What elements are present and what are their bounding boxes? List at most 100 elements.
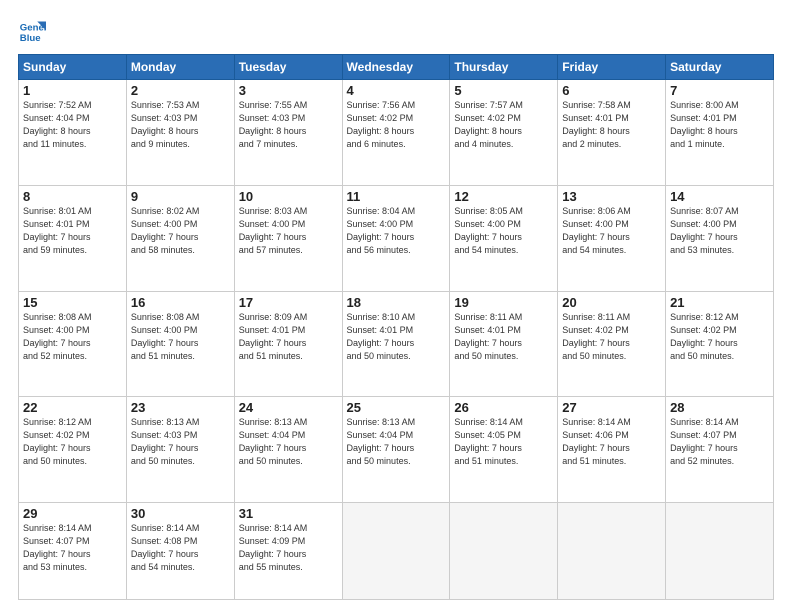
- day-number: 30: [131, 506, 230, 521]
- day-number: 23: [131, 400, 230, 415]
- calendar-cell: 14Sunrise: 8:07 AM Sunset: 4:00 PM Dayli…: [666, 185, 774, 291]
- day-info: Sunrise: 8:11 AM Sunset: 4:02 PM Dayligh…: [562, 311, 661, 363]
- day-info: Sunrise: 8:05 AM Sunset: 4:00 PM Dayligh…: [454, 205, 553, 257]
- day-number: 22: [23, 400, 122, 415]
- calendar-week-4: 22Sunrise: 8:12 AM Sunset: 4:02 PM Dayli…: [19, 397, 774, 503]
- calendar-week-3: 15Sunrise: 8:08 AM Sunset: 4:00 PM Dayli…: [19, 291, 774, 397]
- day-info: Sunrise: 7:55 AM Sunset: 4:03 PM Dayligh…: [239, 99, 338, 151]
- calendar-cell: 15Sunrise: 8:08 AM Sunset: 4:00 PM Dayli…: [19, 291, 127, 397]
- day-info: Sunrise: 7:56 AM Sunset: 4:02 PM Dayligh…: [347, 99, 446, 151]
- day-info: Sunrise: 8:04 AM Sunset: 4:00 PM Dayligh…: [347, 205, 446, 257]
- day-number: 6: [562, 83, 661, 98]
- day-info: Sunrise: 8:14 AM Sunset: 4:06 PM Dayligh…: [562, 416, 661, 468]
- calendar-cell: 5Sunrise: 7:57 AM Sunset: 4:02 PM Daylig…: [450, 80, 558, 186]
- day-number: 25: [347, 400, 446, 415]
- day-number: 27: [562, 400, 661, 415]
- day-info: Sunrise: 8:14 AM Sunset: 4:07 PM Dayligh…: [670, 416, 769, 468]
- day-info: Sunrise: 7:57 AM Sunset: 4:02 PM Dayligh…: [454, 99, 553, 151]
- calendar-table: SundayMondayTuesdayWednesdayThursdayFrid…: [18, 54, 774, 600]
- day-info: Sunrise: 8:12 AM Sunset: 4:02 PM Dayligh…: [670, 311, 769, 363]
- day-number: 2: [131, 83, 230, 98]
- calendar-cell: 10Sunrise: 8:03 AM Sunset: 4:00 PM Dayli…: [234, 185, 342, 291]
- day-number: 4: [347, 83, 446, 98]
- day-number: 31: [239, 506, 338, 521]
- day-number: 8: [23, 189, 122, 204]
- day-info: Sunrise: 8:13 AM Sunset: 4:03 PM Dayligh…: [131, 416, 230, 468]
- calendar-cell: 28Sunrise: 8:14 AM Sunset: 4:07 PM Dayli…: [666, 397, 774, 503]
- day-info: Sunrise: 8:08 AM Sunset: 4:00 PM Dayligh…: [23, 311, 122, 363]
- day-number: 29: [23, 506, 122, 521]
- calendar-week-5: 29Sunrise: 8:14 AM Sunset: 4:07 PM Dayli…: [19, 503, 774, 600]
- calendar-cell: 6Sunrise: 7:58 AM Sunset: 4:01 PM Daylig…: [558, 80, 666, 186]
- calendar-cell: 25Sunrise: 8:13 AM Sunset: 4:04 PM Dayli…: [342, 397, 450, 503]
- day-info: Sunrise: 8:14 AM Sunset: 4:09 PM Dayligh…: [239, 522, 338, 574]
- day-number: 5: [454, 83, 553, 98]
- svg-text:Blue: Blue: [20, 33, 41, 44]
- day-info: Sunrise: 8:09 AM Sunset: 4:01 PM Dayligh…: [239, 311, 338, 363]
- calendar-cell: 29Sunrise: 8:14 AM Sunset: 4:07 PM Dayli…: [19, 503, 127, 600]
- day-info: Sunrise: 8:14 AM Sunset: 4:07 PM Dayligh…: [23, 522, 122, 574]
- day-info: Sunrise: 7:58 AM Sunset: 4:01 PM Dayligh…: [562, 99, 661, 151]
- day-number: 12: [454, 189, 553, 204]
- calendar-cell: 9Sunrise: 8:02 AM Sunset: 4:00 PM Daylig…: [126, 185, 234, 291]
- day-number: 24: [239, 400, 338, 415]
- calendar-cell: 18Sunrise: 8:10 AM Sunset: 4:01 PM Dayli…: [342, 291, 450, 397]
- calendar-cell: 8Sunrise: 8:01 AM Sunset: 4:01 PM Daylig…: [19, 185, 127, 291]
- calendar-cell: 22Sunrise: 8:12 AM Sunset: 4:02 PM Dayli…: [19, 397, 127, 503]
- calendar-cell: 11Sunrise: 8:04 AM Sunset: 4:00 PM Dayli…: [342, 185, 450, 291]
- calendar-cell: 26Sunrise: 8:14 AM Sunset: 4:05 PM Dayli…: [450, 397, 558, 503]
- calendar-cell: 16Sunrise: 8:08 AM Sunset: 4:00 PM Dayli…: [126, 291, 234, 397]
- weekday-header-tuesday: Tuesday: [234, 55, 342, 80]
- day-number: 17: [239, 295, 338, 310]
- calendar-cell: [666, 503, 774, 600]
- day-number: 11: [347, 189, 446, 204]
- weekday-header-thursday: Thursday: [450, 55, 558, 80]
- header: General Blue: [18, 18, 774, 46]
- calendar-cell: 17Sunrise: 8:09 AM Sunset: 4:01 PM Dayli…: [234, 291, 342, 397]
- day-info: Sunrise: 8:01 AM Sunset: 4:01 PM Dayligh…: [23, 205, 122, 257]
- calendar-cell: 21Sunrise: 8:12 AM Sunset: 4:02 PM Dayli…: [666, 291, 774, 397]
- day-number: 9: [131, 189, 230, 204]
- day-number: 20: [562, 295, 661, 310]
- day-number: 14: [670, 189, 769, 204]
- weekday-header-row: SundayMondayTuesdayWednesdayThursdayFrid…: [19, 55, 774, 80]
- day-number: 15: [23, 295, 122, 310]
- calendar-cell: 23Sunrise: 8:13 AM Sunset: 4:03 PM Dayli…: [126, 397, 234, 503]
- day-info: Sunrise: 8:11 AM Sunset: 4:01 PM Dayligh…: [454, 311, 553, 363]
- calendar-cell: 3Sunrise: 7:55 AM Sunset: 4:03 PM Daylig…: [234, 80, 342, 186]
- weekday-header-wednesday: Wednesday: [342, 55, 450, 80]
- day-info: Sunrise: 8:10 AM Sunset: 4:01 PM Dayligh…: [347, 311, 446, 363]
- day-info: Sunrise: 8:06 AM Sunset: 4:00 PM Dayligh…: [562, 205, 661, 257]
- day-info: Sunrise: 8:03 AM Sunset: 4:00 PM Dayligh…: [239, 205, 338, 257]
- day-info: Sunrise: 8:13 AM Sunset: 4:04 PM Dayligh…: [347, 416, 446, 468]
- calendar-cell: 12Sunrise: 8:05 AM Sunset: 4:00 PM Dayli…: [450, 185, 558, 291]
- weekday-header-sunday: Sunday: [19, 55, 127, 80]
- calendar-cell: 13Sunrise: 8:06 AM Sunset: 4:00 PM Dayli…: [558, 185, 666, 291]
- calendar-cell: 30Sunrise: 8:14 AM Sunset: 4:08 PM Dayli…: [126, 503, 234, 600]
- calendar-cell: 1Sunrise: 7:52 AM Sunset: 4:04 PM Daylig…: [19, 80, 127, 186]
- day-number: 7: [670, 83, 769, 98]
- day-number: 16: [131, 295, 230, 310]
- day-info: Sunrise: 8:07 AM Sunset: 4:00 PM Dayligh…: [670, 205, 769, 257]
- logo: General Blue: [18, 18, 50, 46]
- calendar-week-2: 8Sunrise: 8:01 AM Sunset: 4:01 PM Daylig…: [19, 185, 774, 291]
- calendar-cell: [342, 503, 450, 600]
- day-number: 10: [239, 189, 338, 204]
- calendar-cell: 27Sunrise: 8:14 AM Sunset: 4:06 PM Dayli…: [558, 397, 666, 503]
- day-info: Sunrise: 8:00 AM Sunset: 4:01 PM Dayligh…: [670, 99, 769, 151]
- calendar-cell: 20Sunrise: 8:11 AM Sunset: 4:02 PM Dayli…: [558, 291, 666, 397]
- calendar-cell: 24Sunrise: 8:13 AM Sunset: 4:04 PM Dayli…: [234, 397, 342, 503]
- weekday-header-friday: Friday: [558, 55, 666, 80]
- weekday-header-monday: Monday: [126, 55, 234, 80]
- calendar-cell: 31Sunrise: 8:14 AM Sunset: 4:09 PM Dayli…: [234, 503, 342, 600]
- calendar-cell: 7Sunrise: 8:00 AM Sunset: 4:01 PM Daylig…: [666, 80, 774, 186]
- day-info: Sunrise: 7:53 AM Sunset: 4:03 PM Dayligh…: [131, 99, 230, 151]
- day-number: 26: [454, 400, 553, 415]
- day-info: Sunrise: 8:02 AM Sunset: 4:00 PM Dayligh…: [131, 205, 230, 257]
- day-info: Sunrise: 8:14 AM Sunset: 4:05 PM Dayligh…: [454, 416, 553, 468]
- day-number: 21: [670, 295, 769, 310]
- page: General Blue SundayMondayTuesdayWednesda…: [0, 0, 792, 612]
- day-number: 13: [562, 189, 661, 204]
- day-info: Sunrise: 8:12 AM Sunset: 4:02 PM Dayligh…: [23, 416, 122, 468]
- calendar-cell: [558, 503, 666, 600]
